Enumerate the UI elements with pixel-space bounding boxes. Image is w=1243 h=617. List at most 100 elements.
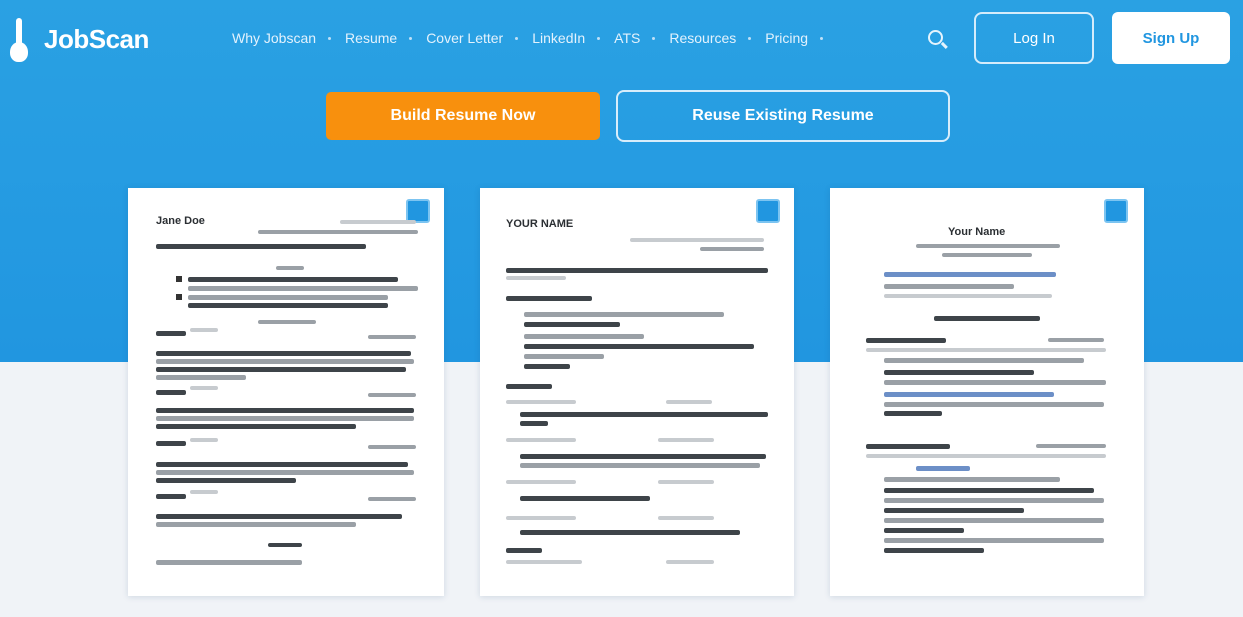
resume-text-line [524, 334, 644, 339]
resume-template-card-2[interactable]: YOUR NAME [480, 188, 794, 596]
resume-text-line [156, 390, 186, 395]
resume-text-line [916, 466, 970, 471]
resume-template-card-3[interactable]: Your Name [830, 188, 1144, 596]
signup-button[interactable]: Sign Up [1112, 12, 1230, 64]
nav-separator [652, 36, 656, 40]
resume-text-line [258, 230, 418, 234]
resume-text-line [884, 538, 1104, 543]
resume-text-line [934, 316, 1040, 321]
resume-name: YOUR NAME [506, 218, 574, 230]
resume-text-line [506, 268, 768, 273]
resume-text-line [368, 445, 416, 449]
resume-text-line [520, 496, 650, 501]
resume-text-line [866, 348, 1106, 352]
resume-text-line [884, 358, 1084, 363]
resume-text-line [258, 320, 316, 324]
resume-text-line [156, 494, 186, 499]
resume-text-line [506, 296, 592, 301]
resume-text-line [884, 392, 1054, 397]
resume-text-line [884, 488, 1094, 493]
resume-text-line [190, 438, 218, 442]
resume-text-line [884, 528, 964, 533]
resume-text-line [524, 344, 754, 349]
resume-text-line [156, 408, 414, 413]
resume-text-line [368, 393, 416, 397]
bullet-marker [176, 294, 182, 300]
nav-item-cover-letter[interactable]: Cover Letter [426, 30, 532, 46]
resume-text-line [884, 518, 1104, 523]
resume-text-line [1036, 444, 1106, 448]
nav-separator [820, 36, 824, 40]
resume-text-line [188, 303, 388, 308]
resume-text-line [630, 238, 764, 242]
nav-item-resume[interactable]: Resume [345, 30, 426, 46]
resume-text-line [506, 548, 542, 553]
resume-name: Your Name [948, 226, 1006, 238]
resume-text-line [916, 244, 1060, 248]
login-button[interactable]: Log In [974, 12, 1094, 64]
resume-text-line [884, 548, 984, 553]
resume-text-line [368, 335, 416, 339]
resume-text-line [156, 416, 414, 421]
nav-separator [515, 36, 519, 40]
resume-template-card-1[interactable]: Jane Doe [128, 188, 444, 596]
resume-text-line [276, 266, 304, 270]
resume-text-line [506, 480, 576, 484]
bullet-marker [176, 276, 182, 282]
logo-icon [8, 14, 30, 64]
nav-item-why-jobscan[interactable]: Why Jobscan [232, 30, 345, 46]
resume-text-line [658, 516, 714, 520]
resume-text-line [506, 384, 552, 389]
resume-text-line [506, 438, 576, 442]
resume-text-line [866, 454, 1106, 458]
resume-name: Jane Doe [156, 215, 205, 227]
resume-text-line [156, 462, 408, 467]
resume-text-line [156, 367, 406, 372]
nav-item-resources[interactable]: Resources [669, 30, 765, 46]
nav-item-linkedin[interactable]: LinkedIn [532, 30, 614, 46]
resume-text-line [188, 277, 398, 282]
nav-separator [409, 36, 413, 40]
resume-text-line [520, 421, 548, 426]
resume-text-line [520, 454, 766, 459]
resume-text-line [884, 508, 1024, 513]
resume-text-line [866, 338, 946, 343]
nav-separator [597, 36, 601, 40]
resume-text-line [340, 220, 416, 224]
resume-text-line [524, 322, 620, 327]
brand-logo[interactable]: JobScan [8, 14, 149, 64]
resume-text-line [658, 438, 714, 442]
resume-text-line [156, 375, 246, 380]
resume-text-line [156, 478, 296, 483]
resume-text-line [156, 359, 414, 364]
template-select-checkbox[interactable] [756, 199, 780, 223]
template-select-checkbox[interactable] [1104, 199, 1128, 223]
resume-text-line [666, 400, 712, 404]
resume-text-line [156, 441, 186, 446]
resume-text-line [524, 312, 724, 317]
resume-text-line [884, 294, 1052, 298]
resume-text-line [506, 516, 576, 520]
resume-text-line [156, 522, 356, 527]
resume-text-line [506, 560, 582, 564]
nav-item-ats[interactable]: ATS [614, 30, 669, 46]
search-icon[interactable] [926, 28, 948, 50]
resume-text-line [884, 284, 1014, 289]
resume-text-line [268, 543, 302, 547]
resume-text-line [942, 253, 1032, 257]
nav-separator [328, 36, 332, 40]
resume-text-line [658, 480, 714, 484]
resume-text-line [156, 514, 402, 519]
resume-text-line [524, 354, 604, 359]
resume-text-line [884, 370, 1034, 375]
nav-item-pricing[interactable]: Pricing [765, 30, 837, 46]
build-resume-button[interactable]: Build Resume Now [326, 92, 600, 140]
resume-text-line [188, 286, 418, 291]
resume-text-line [700, 247, 764, 251]
reuse-resume-button[interactable]: Reuse Existing Resume [616, 90, 950, 142]
resume-text-line [506, 400, 576, 404]
resume-text-line [156, 470, 414, 475]
resume-text-line [1048, 338, 1104, 342]
resume-text-line [156, 351, 411, 356]
resume-text-line [666, 560, 714, 564]
